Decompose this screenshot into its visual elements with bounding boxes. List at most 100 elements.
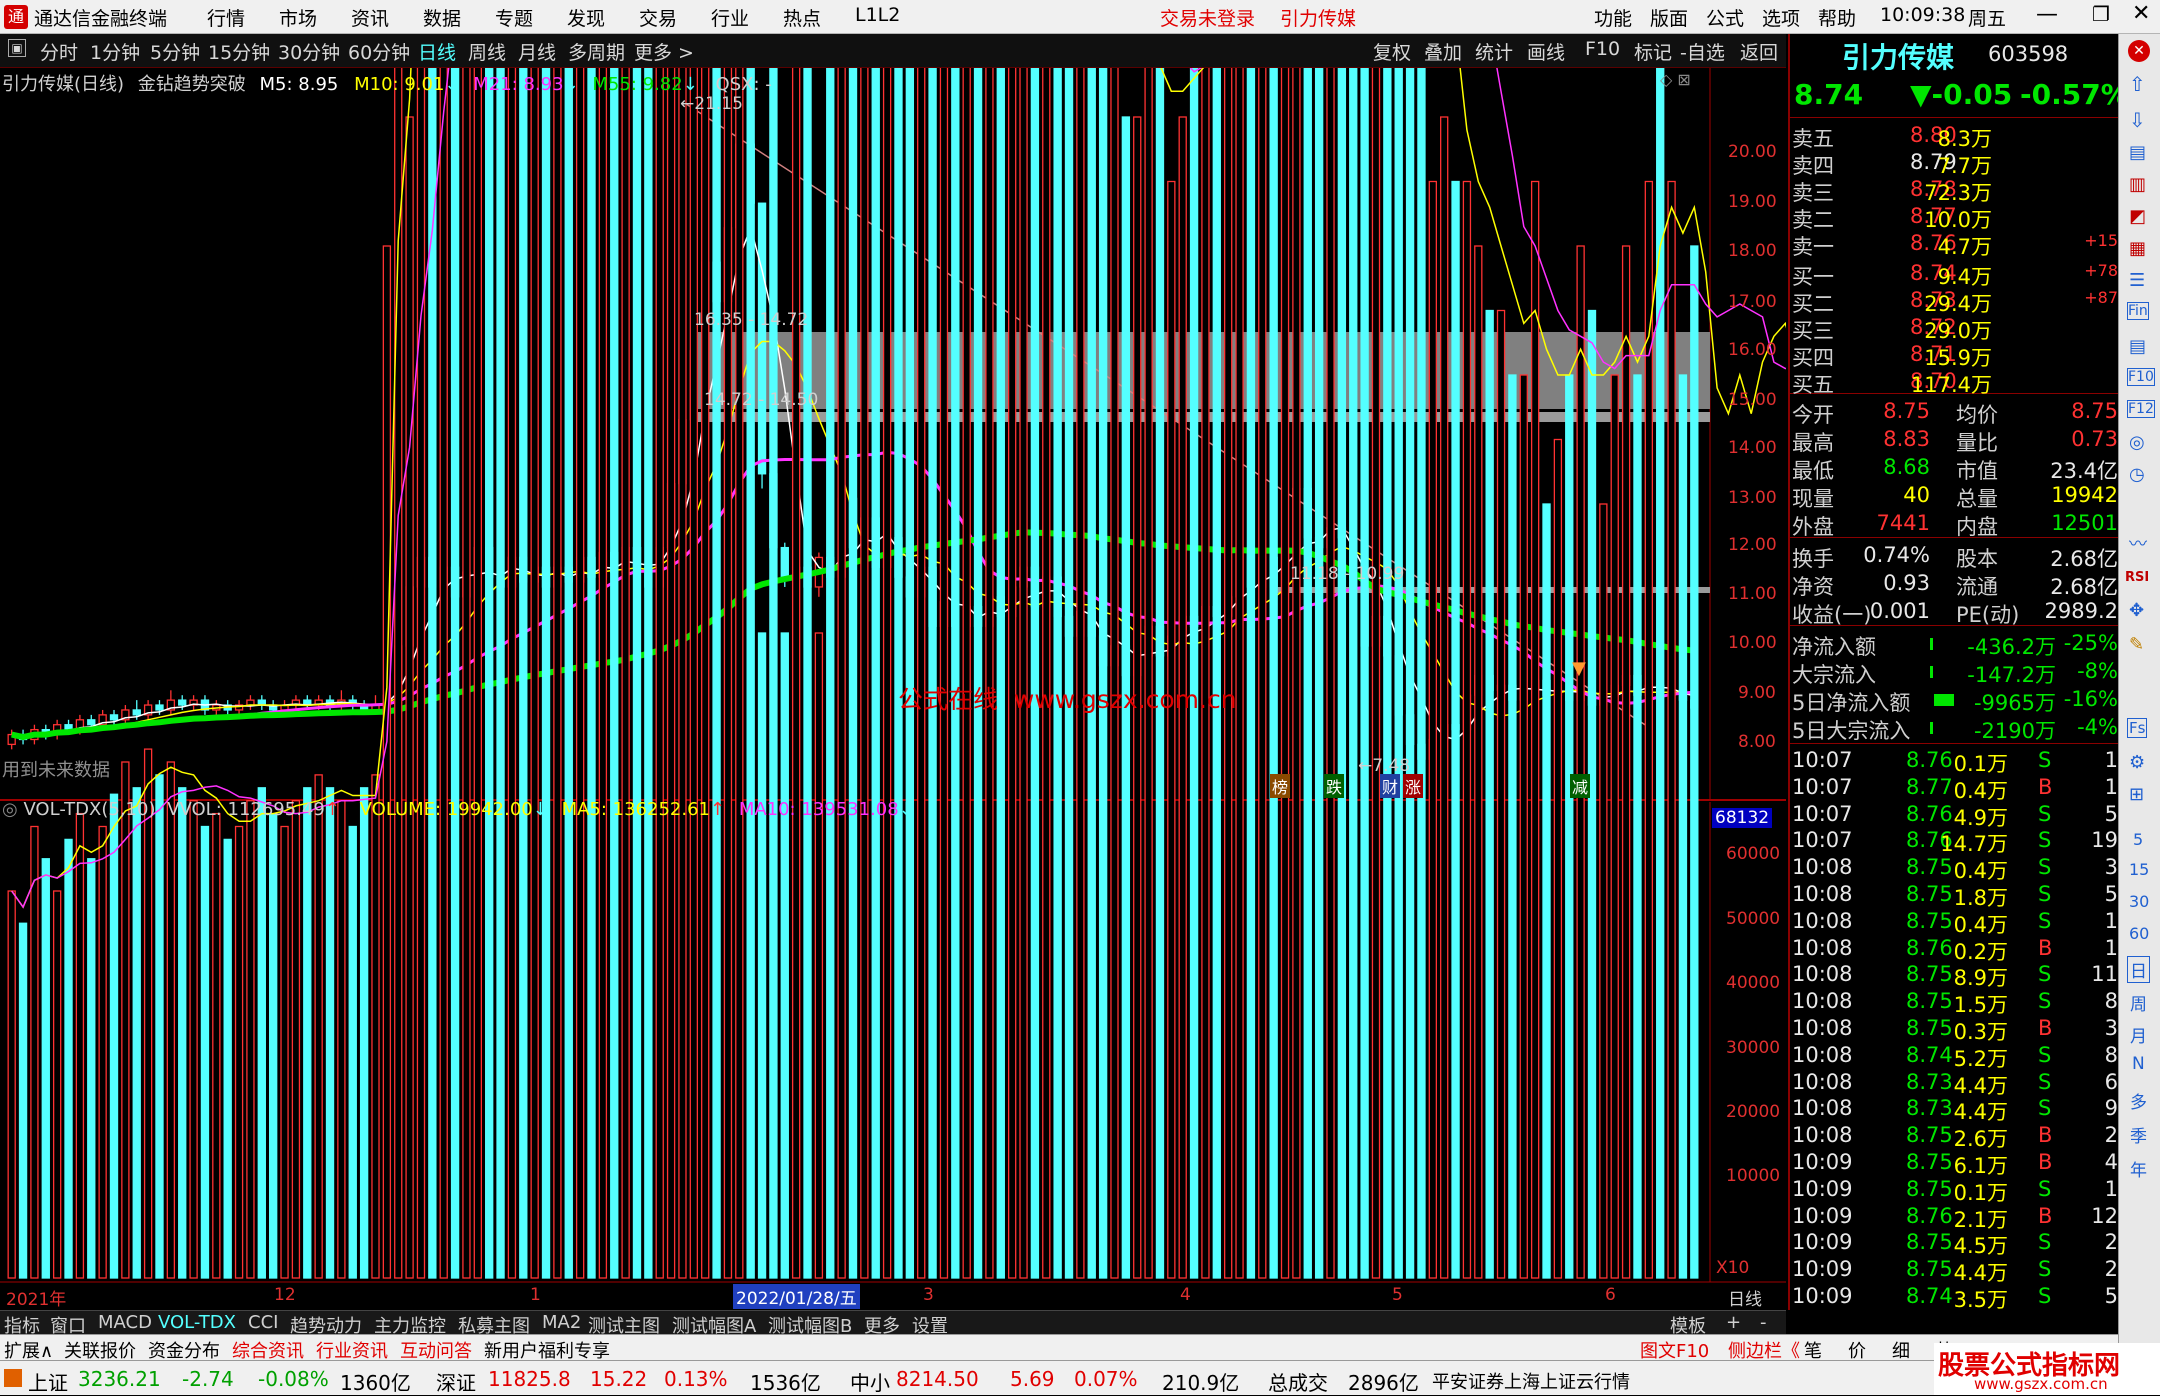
volume-bar [1496, 309, 1506, 1279]
event-tag[interactable]: 榜 [1270, 774, 1291, 798]
close-icon[interactable]: ✕ [2132, 1, 2150, 26]
menu-function[interactable]: 功能 [1594, 4, 1632, 31]
menu-industry[interactable]: 行业 [711, 4, 749, 31]
doc-icon[interactable]: ▤ [2129, 336, 2146, 357]
period-tab-15min[interactable]: 15分钟 [208, 38, 270, 65]
menu-quotes[interactable]: 行情 [207, 4, 245, 31]
tab-add-button[interactable]: + [1726, 1312, 1741, 1333]
f10-icon[interactable]: F10 [2127, 368, 2155, 386]
menu-topics[interactable]: 专题 [495, 4, 533, 31]
action-remove-watchlist[interactable]: -自选 [1680, 38, 1725, 65]
action-back[interactable]: 返回 [1740, 38, 1778, 65]
menu-options[interactable]: 选项 [1762, 4, 1800, 31]
menu-market[interactable]: 市场 [279, 4, 317, 31]
volume-bar [1030, 68, 1040, 1279]
list-icon[interactable]: ☰ [2129, 270, 2145, 291]
period-week[interactable]: 周 [2130, 990, 2147, 1015]
volume-indicator-icon[interactable]: ◎ [2, 799, 23, 820]
price-tick: 19.00 [1728, 192, 1777, 212]
move-icon[interactable]: ✥ [2129, 600, 2144, 621]
status-sh-icon[interactable] [4, 1369, 22, 1387]
menu-hot[interactable]: 热点 [783, 4, 821, 31]
period-tab-timeshare[interactable]: 分时 [40, 38, 78, 65]
kline-chart[interactable] [0, 68, 1786, 1310]
action-stats[interactable]: 统计 [1475, 38, 1513, 65]
action-overlay[interactable]: 叠加 [1424, 38, 1462, 65]
event-tag[interactable]: 跌 [1324, 774, 1345, 798]
fin-icon[interactable]: Fin [2127, 302, 2149, 320]
period-quarter[interactable]: 季 [2130, 1122, 2147, 1147]
wave-icon[interactable]: 〰 [2129, 530, 2147, 556]
action-draw[interactable]: 画线 [1527, 38, 1565, 65]
circle-icon[interactable]: ◎ [2129, 432, 2145, 453]
tab-cci[interactable]: CCI [248, 1312, 278, 1333]
arrow-up-icon[interactable]: ⇧ [2129, 72, 2146, 96]
menu-layout[interactable]: 版面 [1650, 4, 1688, 31]
fs-icon[interactable]: Fs [2127, 718, 2148, 738]
period-tab-more[interactable]: 更多 > [634, 38, 694, 65]
tick-list[interactable]: 10:07 8.76 0.1万 S 1 10:07 8.77 0.4万 B 1 10:07 8.76 4… [1790, 746, 2120, 1312]
minimize-icon[interactable]: — [2036, 2, 2058, 27]
trend-icon[interactable]: ◩ [2129, 206, 2146, 227]
stat-value: 7441 [1876, 511, 1930, 535]
event-tag[interactable]: 财 [1380, 774, 1401, 798]
period-tab-60min[interactable]: 60分钟 [348, 38, 410, 65]
period-tab-weekly[interactable]: 周线 [468, 38, 506, 65]
period-multi[interactable]: 多 [2130, 1088, 2147, 1113]
period-n[interactable]: N [2132, 1054, 2145, 1074]
indicator-name[interactable]: 金钻趋势突破 [138, 74, 246, 95]
menu-discover[interactable]: 发现 [567, 4, 605, 31]
period-month[interactable]: 月 [2130, 1022, 2147, 1047]
period-tab-30min[interactable]: 30分钟 [278, 38, 340, 65]
period-tab-5min[interactable]: 5分钟 [150, 38, 200, 65]
kline-icon[interactable]: ▥ [2129, 174, 2146, 195]
chart-options-icon[interactable]: ◇ ⊠ [1660, 70, 1691, 89]
period-tab-daily[interactable]: 日线 [418, 38, 456, 65]
tab-remove-button[interactable]: - [1760, 1312, 1767, 1333]
f12-icon[interactable]: F12 [2127, 400, 2155, 418]
period-tab-multi[interactable]: 多周期 [568, 38, 625, 65]
period-year[interactable]: 年 [2130, 1156, 2147, 1181]
menu-formula[interactable]: 公式 [1706, 4, 1744, 31]
period-tab-1min[interactable]: 1分钟 [90, 38, 140, 65]
menu-trade[interactable]: 交易 [639, 4, 677, 31]
period-5[interactable]: 5 [2133, 830, 2143, 849]
arrow-down-icon[interactable]: ⇩ [2129, 108, 2146, 132]
bars-icon[interactable]: ▦ [2129, 238, 2146, 259]
grid-icon[interactable]: ⊞ [2129, 784, 2144, 805]
clock-icon[interactable]: ◷ [2129, 464, 2145, 485]
rsi-icon[interactable]: RSI [2125, 570, 2149, 585]
volume-indicator-name[interactable]: VOL-TDX(5,10) [23, 799, 155, 820]
period-day[interactable]: 日 [2127, 956, 2150, 983]
menu-l1l2[interactable]: L1L2 [855, 4, 900, 26]
action-mark[interactable]: 标记 [1634, 38, 1672, 65]
pen-icon[interactable]: ✎ [2129, 634, 2144, 655]
tab-vol-tdx[interactable]: VOL-TDX [158, 1312, 236, 1333]
period-tab-monthly[interactable]: 月线 [518, 38, 556, 65]
tab-macd[interactable]: MACD [98, 1312, 152, 1333]
toolbar-toggle-icon[interactable]: ▣ [8, 39, 26, 57]
action-f10[interactable]: F10 [1585, 38, 1620, 60]
volume-bar [632, 68, 642, 1279]
menu-help[interactable]: 帮助 [1818, 4, 1856, 31]
period-15[interactable]: 15 [2129, 860, 2149, 879]
restore-icon[interactable]: ❐ [2092, 2, 2110, 26]
volume-bar [826, 68, 835, 1279]
period-30[interactable]: 30 [2129, 892, 2149, 911]
login-status[interactable]: 交易未登录 [1160, 4, 1255, 31]
status-sh-label[interactable]: 上证 [28, 1367, 68, 1396]
status-sz-label[interactable]: 深证 [436, 1367, 476, 1396]
status-zx-label[interactable]: 中小 [850, 1367, 890, 1396]
event-tag[interactable]: 减 [1570, 774, 1591, 798]
settings-icon[interactable]: ⚙ [2129, 752, 2145, 773]
action-restore-rights[interactable]: 复权 [1373, 38, 1411, 65]
menu-data[interactable]: 数据 [423, 4, 461, 31]
stat-value: 0.001 [1869, 599, 1930, 623]
period-60[interactable]: 60 [2129, 924, 2149, 943]
close-sidebar-icon[interactable]: ✕ [2128, 40, 2150, 62]
event-tag[interactable]: 涨 [1403, 774, 1424, 798]
menu-news[interactable]: 资讯 [351, 4, 389, 31]
tab-ma2[interactable]: MA2 [542, 1312, 581, 1333]
chart-area[interactable]: 引力传媒(日线) 金钻趋势突破 M5: 8.95 M10: 9.01↓ M21:… [0, 68, 1786, 1310]
watchlist-icon[interactable]: ▤ [2129, 142, 2146, 163]
